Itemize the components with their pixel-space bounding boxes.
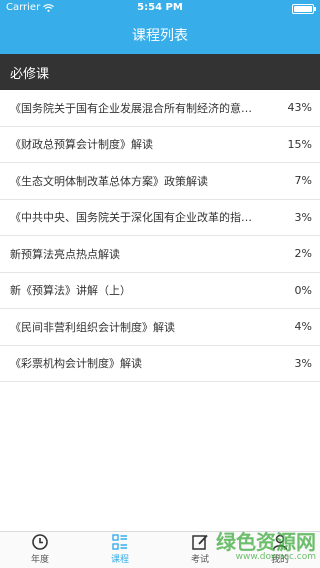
course-progress: 43% <box>287 101 312 115</box>
course-progress: 0% <box>294 283 312 297</box>
tab-label: 年度 <box>30 555 49 565</box>
clock-icon <box>32 534 48 550</box>
course-row[interactable]: 新预算法亮点热点解读 2% <box>0 236 320 273</box>
course-row[interactable]: 《生态文明体制改革总体方案》政策解读 7% <box>0 163 320 200</box>
course-row[interactable]: 新《预算法》讲解（上） 0% <box>0 272 320 309</box>
status-time: 5:54 PM <box>137 2 183 13</box>
status-bar: Carrier 5:54 PM <box>0 0 320 16</box>
course-title: 《国务院关于国有企业发展混合所有制经济的意… <box>10 101 252 115</box>
section-header-required: 必修课 <box>0 54 320 90</box>
tab-year[interactable]: 年度 <box>0 532 80 568</box>
battery-level <box>294 6 312 12</box>
course-title: 新《预算法》讲解（上） <box>10 284 131 298</box>
course-row[interactable]: 《国务院关于国有企业发展混合所有制经济的意… 43% <box>0 90 320 127</box>
section-title: 必修课 <box>10 66 50 82</box>
watermark-logo: 绿色资源网 www.downcc.com <box>216 532 316 562</box>
course-list: 《国务院关于国有企业发展混合所有制经济的意… 43% 《财政总预算会计制度》解读… <box>0 90 320 382</box>
course-title: 《财政总预算会计制度》解读 <box>10 138 153 152</box>
course-progress: 4% <box>294 320 312 334</box>
watermark-text: 绿色资源网 <box>216 530 316 554</box>
course-row[interactable]: 《民间非营利组织会计制度》解读 4% <box>0 309 320 346</box>
course-row[interactable]: 《财政总预算会计制度》解读 15% <box>0 126 320 163</box>
course-progress: 7% <box>294 174 312 188</box>
course-title: 《彩票机构会计制度》解读 <box>10 357 142 371</box>
course-progress: 3% <box>294 210 312 224</box>
course-title: 《生态文明体制改革总体方案》政策解读 <box>10 174 208 188</box>
tab-label: 课程 <box>110 555 129 565</box>
course-row[interactable]: 《彩票机构会计制度》解读 3% <box>0 345 320 382</box>
course-progress: 15% <box>287 137 312 151</box>
tab-label: 考试 <box>190 555 209 565</box>
course-progress: 2% <box>294 247 312 261</box>
course-progress: 3% <box>294 356 312 370</box>
course-row[interactable]: 《中共中央、国务院关于深化国有企业改革的指… 3% <box>0 199 320 236</box>
course-title: 新预算法亮点热点解读 <box>10 247 120 261</box>
tab-courses[interactable]: 课程 <box>80 532 160 568</box>
battery-icon <box>292 4 316 14</box>
exam-edit-icon <box>192 534 208 550</box>
course-title: 《中共中央、国务院关于深化国有企业改革的指… <box>10 211 252 225</box>
app-header: Carrier 5:54 PM 课程列表 <box>0 0 320 54</box>
list-icon <box>112 534 127 550</box>
course-title: 《民间非营利组织会计制度》解读 <box>10 320 175 334</box>
page-title: 课程列表 <box>132 28 188 44</box>
